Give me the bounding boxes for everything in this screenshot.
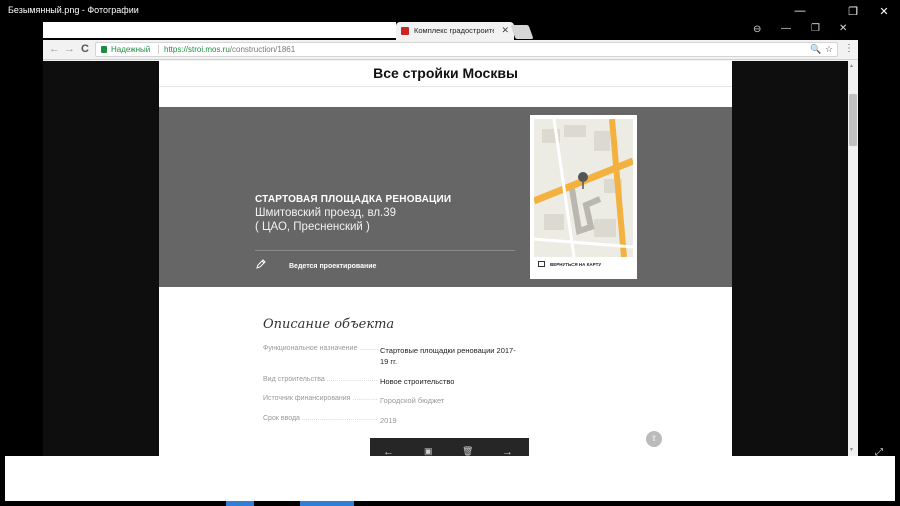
spec-label: Источник финансирования — [263, 395, 378, 402]
forward-icon[interactable]: → — [64, 43, 75, 55]
profile-icon[interactable]: ⊖ — [753, 24, 761, 35]
tab-title: Комплекс градостроите — [414, 26, 494, 35]
spec-value: 2019 — [380, 416, 397, 425]
scroll-top-button[interactable]: ⇧ — [646, 431, 662, 447]
map-return-icon — [538, 261, 545, 267]
browser-window: Комплекс градостроите ✕ ⊖ — ❐ ✕ ← → C На… — [43, 22, 858, 456]
bookmark-star-icon[interactable]: ☆ — [825, 44, 833, 55]
spec-label: Функциональное назначение — [263, 345, 378, 352]
browser-toolbar: ← → C Надежный https://stroi.mos.ru/cons… — [43, 40, 858, 60]
browser-maximize-button[interactable]: ❐ — [811, 23, 820, 34]
secure-label: Надежный — [111, 45, 151, 54]
new-tab-button[interactable] — [510, 25, 534, 39]
redacted-area — [43, 22, 396, 38]
spec-label: Срок ввода — [263, 415, 378, 422]
web-page: Все стройки Москвы СТАРТОВАЯ ПЛОЩАДКА РЕ… — [159, 61, 732, 456]
photos-window: Безымянный.png - Фотографии — ❐ ✕ Компле… — [0, 0, 900, 506]
taskbar-indicator — [226, 501, 254, 506]
pencil-icon — [256, 259, 266, 269]
status-label: Ведется проектирование — [289, 263, 377, 270]
spec-value: Стартовые площадки реновации 2017-19 гг. — [380, 346, 516, 366]
map-card[interactable]: ВЕРНУТЬСЯ НА КАРТУ — [530, 115, 637, 279]
map-thumbnail[interactable] — [534, 119, 633, 257]
object-district: ( ЦАО, Пресненский ) — [255, 221, 370, 233]
photos-maximize-button[interactable]: ❐ — [838, 0, 868, 22]
photos-window-title: Безымянный.png - Фотографии — [8, 5, 139, 15]
url-divider — [158, 45, 159, 54]
url-host: https://stroi.mos.ru — [164, 45, 230, 54]
browser-tab[interactable]: Комплекс градостроите ✕ — [396, 22, 514, 40]
scroll-thumb[interactable] — [849, 94, 857, 146]
object-address: Шмитовский проезд, вл.39 — [255, 207, 397, 219]
url-text[interactable]: https://stroi.mos.ru/construction/1861 — [164, 45, 295, 54]
photos-titlebar: Безымянный.png - Фотографии — ❐ ✕ — [0, 0, 900, 22]
tab-close-icon[interactable]: ✕ — [501, 25, 509, 36]
browser-tabstrip: Комплекс градостроите ✕ ⊖ — ❐ ✕ — [43, 22, 858, 40]
zoom-icon[interactable]: 🔍 — [810, 44, 821, 55]
page-scrollbar[interactable]: ▲ ▼ — [848, 61, 858, 456]
spec-value: Новое строительство — [380, 377, 455, 386]
taskbar-indicator — [300, 501, 354, 506]
browser-close-button[interactable]: ✕ — [839, 23, 847, 34]
object-type: СТАРТОВАЯ ПЛОЩАДКА РЕНОВАЦИИ — [255, 194, 452, 205]
site-favicon-icon — [401, 27, 409, 35]
browser-menu-icon[interactable]: ⋮ — [844, 43, 854, 54]
spec-value: Городской бюджет — [380, 396, 445, 405]
hero-divider — [255, 250, 515, 251]
spec-label: Вид строительства — [263, 376, 378, 383]
description-title: Описание объекта — [263, 317, 395, 332]
page-viewport: Все стройки Москвы СТАРТОВАЯ ПЛОЩАДКА РЕ… — [43, 61, 858, 456]
photos-minimize-button[interactable]: — — [785, 0, 815, 22]
scroll-down-icon[interactable]: ▼ — [849, 447, 854, 453]
site-header: Все стройки Москвы — [159, 61, 732, 87]
address-bar[interactable]: Надежный https://stroi.mos.ru/constructi… — [95, 42, 838, 57]
scroll-up-icon[interactable]: ▲ — [849, 63, 854, 69]
lock-icon — [101, 46, 107, 53]
hero-banner: СТАРТОВАЯ ПЛОЩАДКА РЕНОВАЦИИ Шмитовский … — [159, 107, 732, 287]
back-icon[interactable]: ← — [49, 43, 60, 55]
site-title[interactable]: Все стройки Москвы — [159, 65, 732, 81]
redacted-area-bottom — [5, 456, 895, 501]
photos-close-button[interactable]: ✕ — [869, 0, 899, 22]
return-to-map-link[interactable]: ВЕРНУТЬСЯ НА КАРТУ — [550, 262, 601, 267]
url-path: /construction/1861 — [229, 45, 296, 54]
reload-icon[interactable]: C — [81, 43, 89, 55]
browser-minimize-button[interactable]: — — [781, 23, 791, 34]
